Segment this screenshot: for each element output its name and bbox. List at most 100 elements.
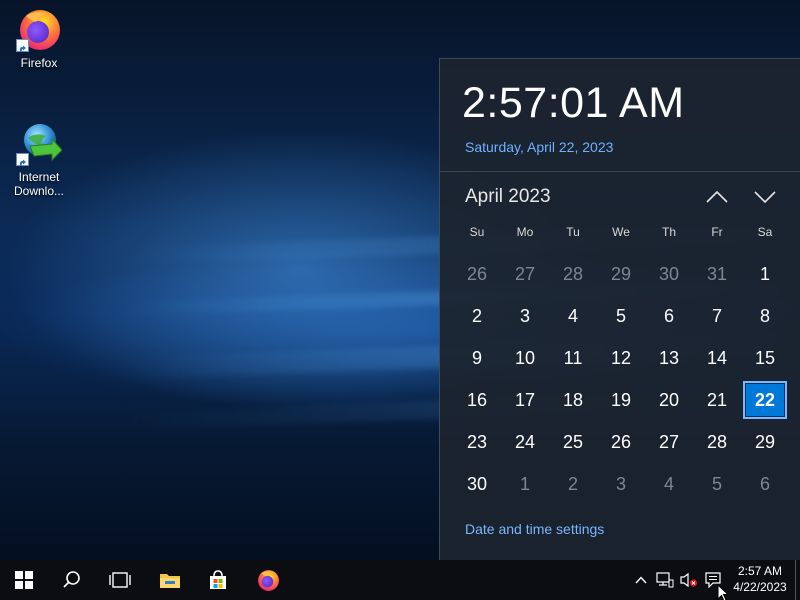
calendar-day[interactable]: 7 [693, 295, 741, 337]
calendar-day[interactable]: 26 [597, 421, 645, 463]
calendar-day-number: 27 [514, 263, 536, 284]
calendar-day[interactable]: 19 [597, 379, 645, 421]
calendar-day[interactable]: 6 [741, 463, 789, 505]
chevron-down-icon [754, 191, 776, 203]
calendar-day[interactable]: 8 [741, 295, 789, 337]
calendar-day[interactable]: 5 [597, 295, 645, 337]
calendar-day[interactable]: 30 [453, 463, 501, 505]
calendar-day[interactable]: 3 [501, 295, 549, 337]
calendar-day[interactable]: 13 [645, 337, 693, 379]
calendar-day-number: 30 [466, 473, 488, 494]
start-icon [15, 571, 33, 589]
firefox-taskbar-button[interactable] [244, 560, 292, 600]
calendar-day[interactable]: 23 [453, 421, 501, 463]
calendar-day-number: 26 [466, 263, 488, 284]
calendar-day-today[interactable]: 22 [741, 379, 789, 421]
weekday-label: Tu [566, 225, 580, 239]
calendar-day[interactable]: 20 [645, 379, 693, 421]
calendar-day-number: 13 [658, 347, 680, 368]
calendar-day-number: 17 [514, 389, 536, 410]
mouse-pointer-icon [717, 583, 730, 600]
next-month-button[interactable] [749, 183, 781, 211]
calendar-day[interactable]: 2 [549, 463, 597, 505]
calendar-day[interactable]: 3 [597, 463, 645, 505]
calendar-day-number: 6 [759, 473, 770, 494]
calendar-day-number: 12 [610, 347, 632, 368]
calendar-day-number: 16 [466, 389, 488, 410]
calendar-day-number: 19 [610, 389, 632, 410]
task-view-icon [109, 572, 131, 588]
microsoft-store-button[interactable] [194, 560, 242, 600]
calendar-day[interactable]: 27 [645, 421, 693, 463]
file-explorer-icon [160, 574, 180, 588]
desktop-icon-firefox[interactable]: Firefox [0, 6, 78, 70]
calendar-day[interactable]: 30 [645, 253, 693, 295]
calendar-day[interactable]: 28 [693, 421, 741, 463]
calendar-day[interactable]: 16 [453, 379, 501, 421]
calendar-day[interactable]: 29 [741, 421, 789, 463]
clock-calendar-flyout: 2:57:01 AM Saturday, April 22, 2023 Apri… [439, 58, 800, 560]
calendar-day-number: 29 [754, 431, 776, 452]
calendar-day-number: 11 [563, 347, 583, 368]
calendar-day[interactable]: 4 [549, 295, 597, 337]
microsoft-store-icon [210, 570, 226, 589]
calendar-day[interactable]: 10 [501, 337, 549, 379]
calendar-day-number: 23 [466, 431, 488, 452]
calendar-day-number: 24 [514, 431, 536, 452]
calendar-day[interactable]: 27 [501, 253, 549, 295]
previous-month-button[interactable] [701, 183, 733, 211]
search-icon [63, 571, 80, 588]
firefox-icon [16, 6, 62, 52]
calendar-month-label[interactable]: April 2023 [465, 186, 551, 208]
start-button[interactable] [0, 560, 48, 600]
calendar-day[interactable]: 21 [693, 379, 741, 421]
calendar-day-number: 26 [610, 431, 632, 452]
calendar-day[interactable]: 17 [501, 379, 549, 421]
calendar-day-grid: 26 27 28 29 30 31 1 2 3 4 5 6 7 8 9 10 11 12 13 14 15 16 17 18 1… [453, 253, 789, 505]
calendar-day[interactable]: 24 [501, 421, 549, 463]
taskbar-clock[interactable]: 2:57 AM 4/22/2023 [728, 563, 792, 597]
volume-button[interactable] [678, 560, 700, 600]
flyout-full-date[interactable]: Saturday, April 22, 2023 [465, 139, 613, 155]
weekday-label: Sa [757, 225, 773, 239]
calendar-day-number: 29 [610, 263, 632, 284]
calendar-day[interactable]: 2 [453, 295, 501, 337]
show-hidden-icons-button[interactable] [631, 560, 651, 600]
calendar-day[interactable]: 26 [453, 253, 501, 295]
calendar-day[interactable]: 1 [741, 253, 789, 295]
calendar-day[interactable]: 25 [549, 421, 597, 463]
internet-download-manager-icon [16, 120, 63, 166]
calendar-day[interactable]: 1 [501, 463, 549, 505]
network-icon [656, 572, 674, 588]
weekday-label: Fr [711, 225, 723, 239]
search-button[interactable] [48, 560, 96, 600]
calendar-day[interactable]: 14 [693, 337, 741, 379]
calendar-day[interactable]: 28 [549, 253, 597, 295]
calendar-day-number: 27 [658, 431, 680, 452]
calendar-day-number: 2 [471, 305, 482, 326]
volume-muted-icon [680, 572, 698, 588]
calendar-day-number: 2 [567, 473, 578, 494]
calendar-day[interactable]: 11 [549, 337, 597, 379]
calendar-day[interactable]: 9 [453, 337, 501, 379]
calendar-day[interactable]: 31 [693, 253, 741, 295]
file-explorer-button[interactable] [146, 560, 194, 600]
calendar-day[interactable]: 29 [597, 253, 645, 295]
calendar-day[interactable]: 12 [597, 337, 645, 379]
calendar-day[interactable]: 4 [645, 463, 693, 505]
calendar-day-number: 4 [567, 305, 578, 326]
calendar-day-number: 5 [711, 473, 722, 494]
show-desktop-button[interactable] [795, 560, 800, 600]
desktop-icon-internet-download-manager[interactable]: Internet Downlo... [0, 120, 78, 198]
calendar-day[interactable]: 18 [549, 379, 597, 421]
flyout-clock-time: 2:57:01 AM [462, 79, 685, 127]
calendar-day-number: 10 [514, 347, 536, 368]
calendar-day-number: 1 [759, 263, 770, 284]
task-view-button[interactable] [96, 560, 144, 600]
calendar-day[interactable]: 5 [693, 463, 741, 505]
network-button[interactable] [654, 560, 676, 600]
calendar-day[interactable]: 6 [645, 295, 693, 337]
date-time-settings-link[interactable]: Date and time settings [465, 521, 604, 537]
desktop-icon-label: Internet Downlo... [13, 170, 65, 198]
calendar-day[interactable]: 15 [741, 337, 789, 379]
